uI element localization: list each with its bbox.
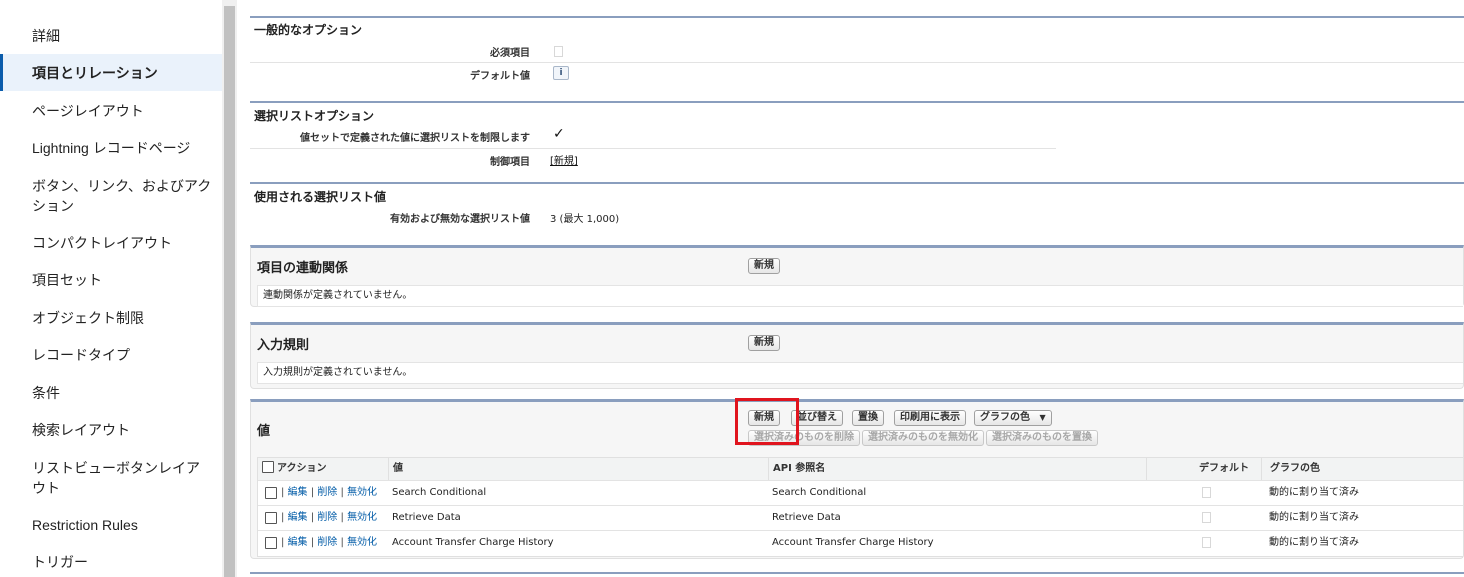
row-actions: | 編集 | 削除 | 無効化 bbox=[281, 512, 378, 523]
validation-rules-empty-message: 入力規則が定義されていません。 bbox=[257, 362, 1463, 384]
field-detail-main: 一般的なオプション 必須項目 デフォルト値 i 選択リストオプション 値セットで… bbox=[250, 0, 1464, 577]
values-table: アクション 値 API 参照名 デフォルト グラフの色 | 編集 | 削除 | … bbox=[257, 457, 1463, 557]
restrict-picklist-label: 値セットで定義された値に選択リストを制限します bbox=[300, 133, 530, 144]
delete-link[interactable]: 削除 bbox=[317, 512, 337, 523]
row-divider bbox=[250, 62, 1464, 63]
chevron-down-icon: ▼ bbox=[1039, 413, 1046, 422]
sidebar-item-lightning-record-pages[interactable]: Lightning レコードページ bbox=[0, 138, 222, 158]
column-header-action: アクション bbox=[258, 458, 388, 480]
field-dependencies-title: 項目の連動関係 bbox=[257, 261, 349, 276]
chart-colors-dropdown[interactable]: グラフの色 ▼ bbox=[974, 410, 1052, 426]
default-checkbox-icon bbox=[1202, 487, 1211, 498]
row-actions: | 編集 | 削除 | 無効化 bbox=[281, 487, 378, 498]
sidebar-item-object-limits[interactable]: オブジェクト制限 bbox=[0, 308, 222, 328]
row-checkbox[interactable] bbox=[265, 537, 277, 549]
sidebar-item-page-layouts[interactable]: ページレイアウト bbox=[0, 101, 222, 121]
values-title: 値 bbox=[257, 424, 271, 439]
row-checkbox[interactable] bbox=[265, 512, 277, 524]
value-cell: Retrieve Data bbox=[392, 512, 461, 523]
delete-selected-button[interactable]: 選択済みのものを削除 bbox=[748, 430, 860, 446]
validation-rules-title: 入力規則 bbox=[257, 338, 310, 353]
default-checkbox-icon bbox=[1202, 537, 1211, 548]
table-row: | 編集 | 削除 | 無効化 Search Conditional Searc… bbox=[258, 480, 1463, 505]
row-checkbox[interactable] bbox=[265, 487, 277, 499]
required-label: 必須項目 bbox=[490, 48, 530, 59]
sidebar-item-record-types[interactable]: レコードタイプ bbox=[0, 345, 222, 365]
column-header-api-name[interactable]: API 参照名 bbox=[768, 458, 1146, 480]
field-dependencies-panel: 項目の連動関係 新規 連動関係が定義されていません。 bbox=[250, 245, 1464, 307]
default-value-label: デフォルト値 bbox=[470, 71, 530, 82]
deactivate-link[interactable]: 無効化 bbox=[347, 487, 377, 498]
sidebar-item-compact-layouts[interactable]: コンパクトレイアウト bbox=[0, 233, 222, 253]
info-icon[interactable]: i bbox=[553, 66, 569, 80]
sidebar-scrollbar-thumb[interactable] bbox=[224, 6, 235, 577]
picklist-values-panel: 値 新規 並び替え 置換 印刷用に表示 グラフの色 ▼ 選択済みのものを削除 選… bbox=[250, 398, 1464, 559]
api-name-cell: Search Conditional bbox=[772, 487, 867, 498]
section-divider bbox=[250, 572, 1464, 574]
chart-color-cell: 動的に割り当て済み bbox=[1269, 512, 1359, 523]
delete-link[interactable]: 削除 bbox=[317, 487, 337, 498]
edit-link[interactable]: 編集 bbox=[288, 537, 308, 548]
section-divider bbox=[250, 101, 1464, 103]
section-divider bbox=[250, 16, 1464, 18]
sidebar-item-list-view-button-layout[interactable]: リストビューボタンレイアウト bbox=[0, 458, 222, 498]
value-cell: Account Transfer Charge History bbox=[392, 537, 554, 548]
default-checkbox-icon bbox=[1202, 512, 1211, 523]
required-checkbox-icon bbox=[554, 46, 563, 57]
reorder-button[interactable]: 並び替え bbox=[791, 410, 843, 426]
sidebar-item-buttons-links-actions[interactable]: ボタン、リンク、およびアクション bbox=[0, 176, 222, 216]
column-header-default[interactable]: デフォルト bbox=[1146, 458, 1261, 480]
chart-colors-label: グラフの色 bbox=[980, 412, 1030, 423]
deactivate-link[interactable]: 無効化 bbox=[347, 512, 377, 523]
controlling-field-label: 制御項目 bbox=[490, 157, 530, 168]
picklist-count-value: 3 (最大 1,000) bbox=[550, 214, 620, 225]
deactivate-selected-button[interactable]: 選択済みのものを無効化 bbox=[862, 430, 984, 446]
new-validation-rule-button[interactable]: 新規 bbox=[748, 335, 780, 351]
chart-color-cell: 動的に割り当て済み bbox=[1269, 487, 1359, 498]
table-row: | 編集 | 削除 | 無効化 Account Transfer Charge … bbox=[258, 530, 1463, 555]
picklist-options-title: 選択リストオプション bbox=[254, 109, 375, 123]
picklist-count-label: 有効および無効な選択リスト値 bbox=[390, 214, 530, 225]
edit-link[interactable]: 編集 bbox=[288, 487, 308, 498]
sidebar-item-triggers[interactable]: トリガー bbox=[0, 552, 222, 572]
general-options-title: 一般的なオプション bbox=[254, 23, 363, 37]
printable-view-button[interactable]: 印刷用に表示 bbox=[894, 410, 966, 426]
checkmark-icon: ✓ bbox=[553, 126, 565, 142]
dependencies-empty-message: 連動関係が定義されていません。 bbox=[257, 285, 1463, 307]
replace-button[interactable]: 置換 bbox=[852, 410, 884, 426]
select-all-checkbox[interactable] bbox=[262, 461, 274, 473]
setup-sidebar: 詳細 項目とリレーション ページレイアウト Lightning レコードページ … bbox=[0, 0, 222, 577]
sidebar-item-search-layouts[interactable]: 検索レイアウト bbox=[0, 420, 222, 440]
controlling-field-new-link[interactable]: [新規] bbox=[550, 152, 578, 167]
column-header-value[interactable]: 値 bbox=[388, 458, 768, 480]
sidebar-item-conditions[interactable]: 条件 bbox=[0, 383, 222, 403]
sidebar-item-restriction-rules[interactable]: Restriction Rules bbox=[0, 515, 222, 535]
sidebar-item-field-sets[interactable]: 項目セット bbox=[0, 270, 222, 290]
sidebar-item-details[interactable]: 詳細 bbox=[0, 26, 222, 46]
deactivate-link[interactable]: 無効化 bbox=[347, 537, 377, 548]
sidebar-item-fields-relationships[interactable]: 項目とリレーション bbox=[0, 54, 222, 91]
section-divider bbox=[250, 182, 1464, 184]
edit-link[interactable]: 編集 bbox=[288, 512, 308, 523]
column-header-chart-color[interactable]: グラフの色 bbox=[1261, 458, 1463, 480]
api-name-cell: Account Transfer Charge History bbox=[772, 537, 934, 548]
chart-color-cell: 動的に割り当て済み bbox=[1269, 537, 1359, 548]
value-cell: Search Conditional bbox=[392, 487, 487, 498]
validation-rules-panel: 入力規則 新規 入力規則が定義されていません。 bbox=[250, 322, 1464, 389]
new-dependency-button[interactable]: 新規 bbox=[748, 258, 780, 274]
table-row: | 編集 | 削除 | 無効化 Retrieve Data Retrieve D… bbox=[258, 505, 1463, 530]
api-name-cell: Retrieve Data bbox=[772, 512, 841, 523]
row-divider bbox=[250, 148, 1056, 149]
row-actions: | 編集 | 削除 | 無効化 bbox=[281, 537, 378, 548]
new-value-button[interactable]: 新規 bbox=[748, 410, 780, 426]
delete-link[interactable]: 削除 bbox=[317, 537, 337, 548]
used-values-title: 使用される選択リスト値 bbox=[254, 190, 387, 204]
replace-selected-button[interactable]: 選択済みのものを置換 bbox=[986, 430, 1098, 446]
